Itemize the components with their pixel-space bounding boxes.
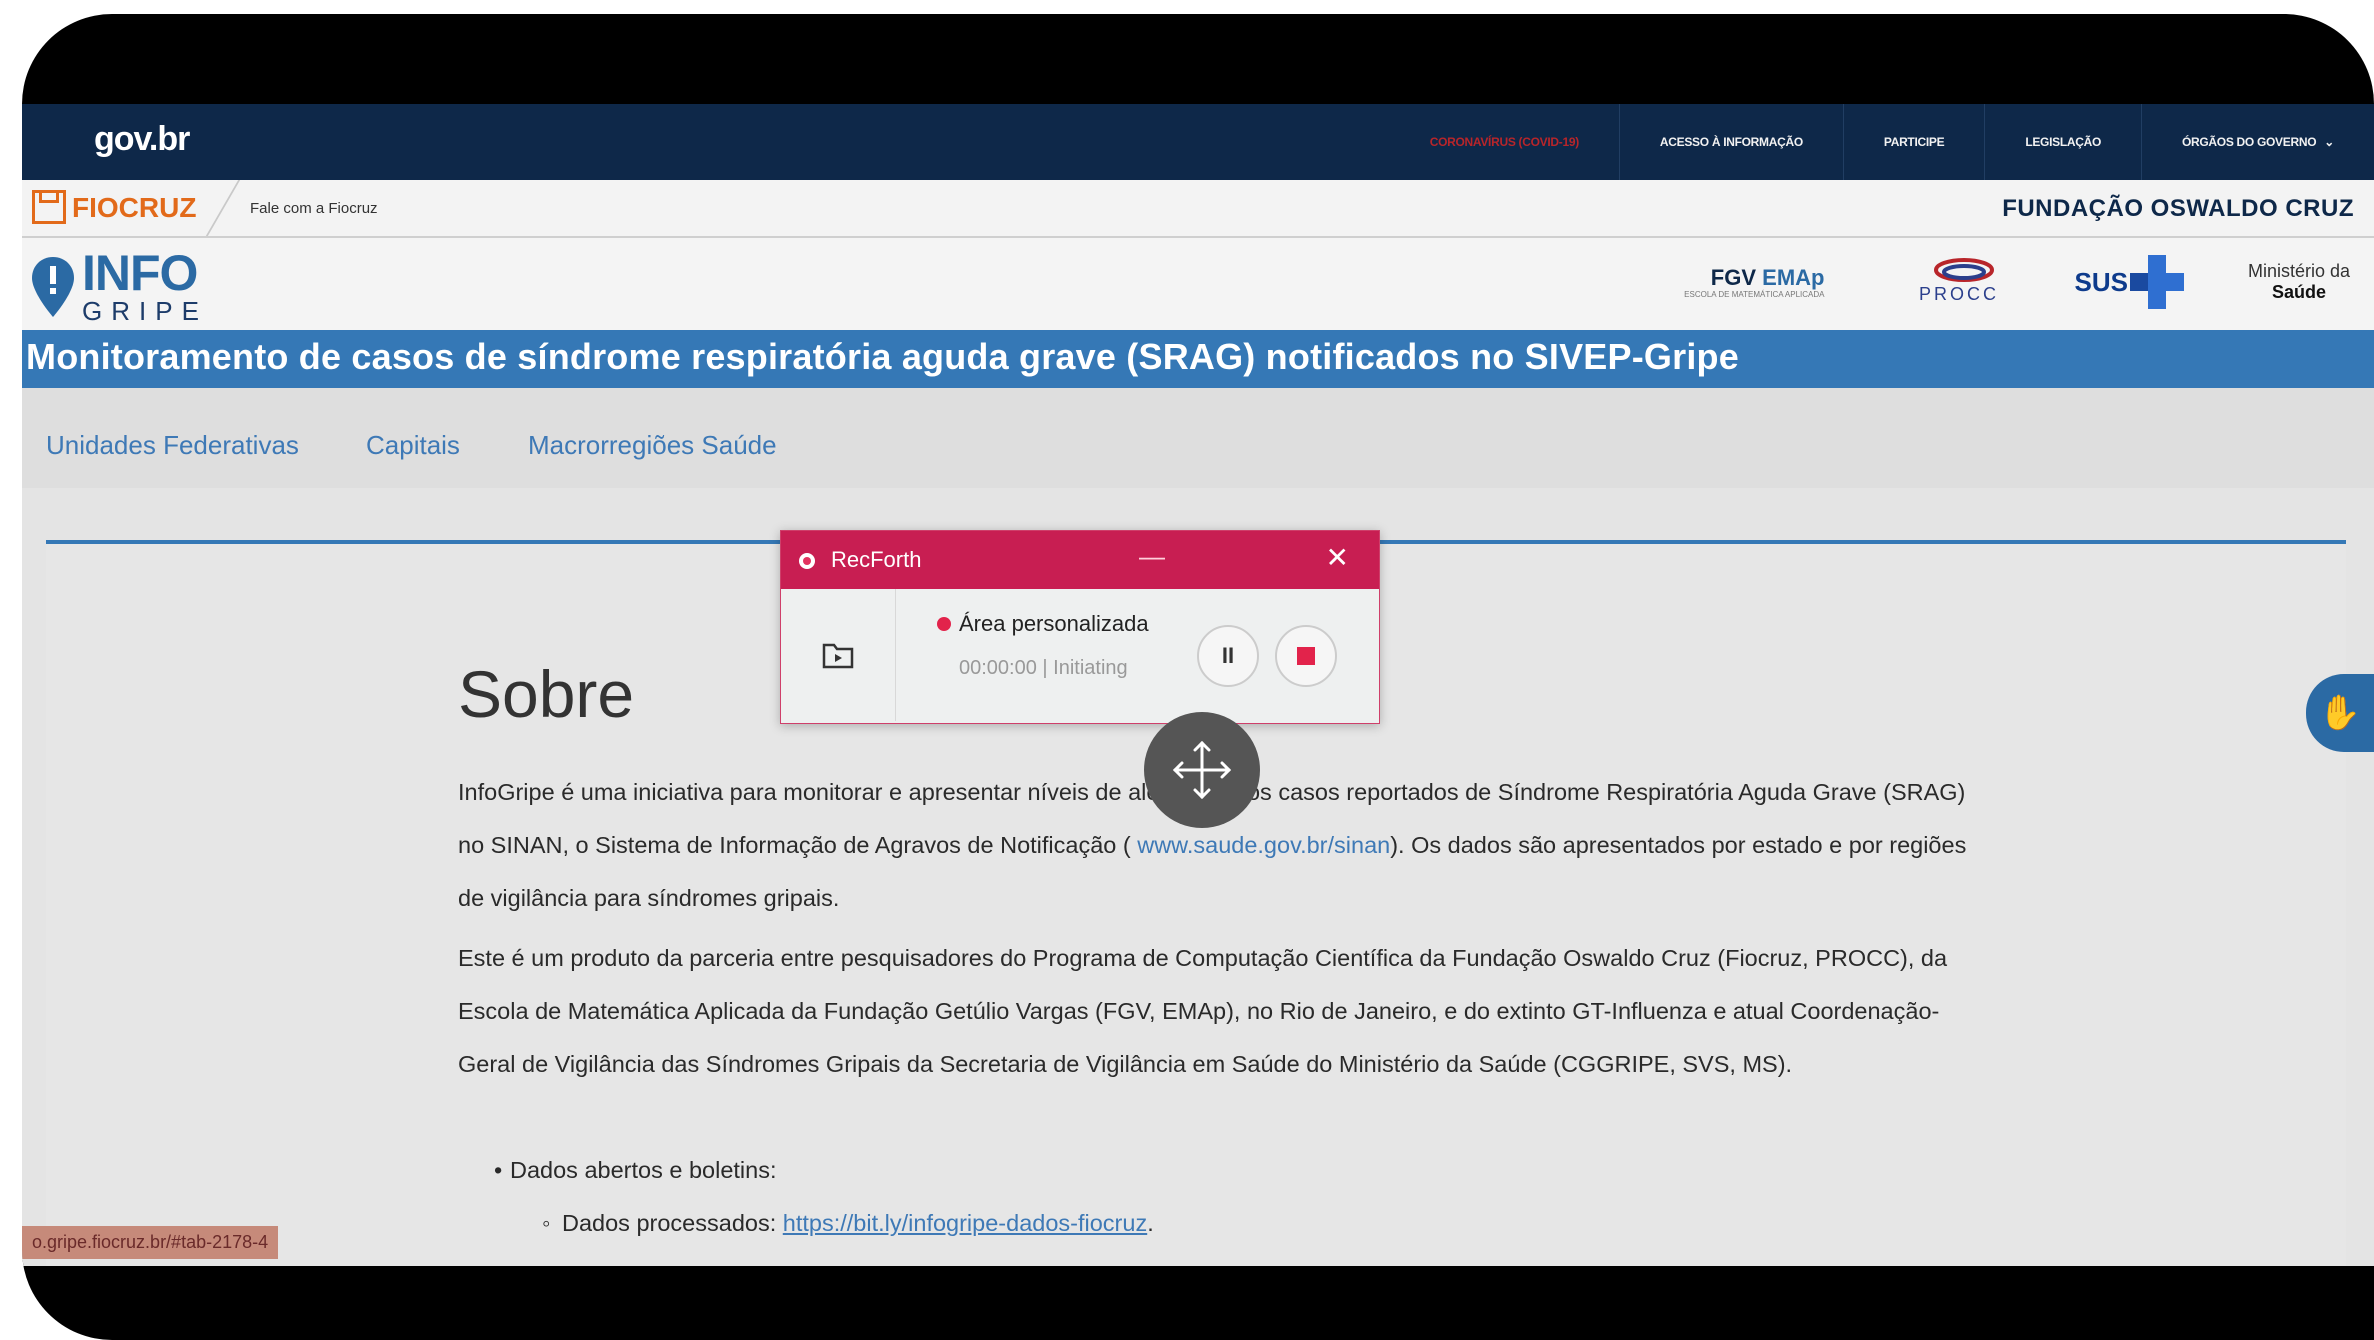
recforth-body: Área personalizada 00:00:00 | Initiating… bbox=[781, 589, 1379, 721]
gov-bar: gov.br CORONAVÍRUS (COVID-19) ACESSO À I… bbox=[22, 104, 2374, 180]
gov-link-participe[interactable]: PARTICIPE bbox=[1842, 104, 1984, 180]
sinan-link[interactable]: www.saude.gov.br/sinan bbox=[1137, 832, 1390, 858]
recforth-window[interactable]: RecForth — ✕ Área personalizada 00:00:00… bbox=[780, 530, 1380, 724]
links-list: Dados abertos e boletins: Dados processa… bbox=[458, 1144, 1154, 1250]
procc-logo[interactable]: PROCC bbox=[1894, 252, 2024, 312]
gov-link-orgaos[interactable]: ÓRGÃOS DO GOVERNO ⌄ bbox=[2140, 104, 2374, 180]
paragraph-partnership: Este é um produto da parceria entre pesq… bbox=[458, 945, 1948, 1077]
list-item-end: . bbox=[1147, 1210, 1154, 1236]
section-heading: Sobre bbox=[458, 657, 635, 731]
logo-info: INFO bbox=[82, 245, 198, 301]
status-url: o.gripe.fiocruz.br/#tab-2178-4 bbox=[22, 1226, 279, 1259]
video-frame: gov.br CORONAVÍRUS (COVID-19) ACESSO À I… bbox=[22, 14, 2374, 1340]
emap-label: EMAp bbox=[1762, 264, 1825, 290]
emap-sub: ESCOLA DE MATEMÁTICA APLICADA bbox=[1684, 289, 1825, 299]
fiocruz-contact-link[interactable]: Fale com a Fiocruz bbox=[250, 200, 378, 217]
title-bar: Monitoramento de casos de síndrome respi… bbox=[22, 330, 2374, 388]
fgv-label: FGV bbox=[1710, 264, 1757, 290]
chevron-down-icon: ⌄ bbox=[2324, 135, 2334, 149]
ministerio-line2: Saúde bbox=[2271, 282, 2326, 302]
recording-mode: Área personalizada bbox=[937, 611, 1149, 637]
gov-link-coronavirus[interactable]: CORONAVÍRUS (COVID-19) bbox=[1390, 104, 1619, 180]
page-title: Monitoramento de casos de síndrome respi… bbox=[26, 336, 1739, 377]
recording-status: 00:00:00 | Initiating bbox=[959, 657, 1128, 679]
map-pin-alert-icon bbox=[32, 257, 74, 317]
move-handle-button[interactable] bbox=[1144, 712, 1260, 828]
list-item: Dados processados: https://bit.ly/infogr… bbox=[458, 1197, 1154, 1250]
tab-unidades-federativas[interactable]: Unidades Federativas bbox=[46, 430, 299, 461]
partner-logos: FGV EMAp ESCOLA DE MATEMÁTICA APLICADA P… bbox=[1684, 252, 2350, 312]
fundacao-name: FUNDAÇÃO OSWALDO CRUZ bbox=[2002, 195, 2354, 222]
tab-macrorregioes[interactable]: Macrorregiões Saúde bbox=[528, 430, 777, 461]
hand-icon: ✋ bbox=[2318, 694, 2362, 732]
procc-label: PROCC bbox=[1919, 284, 1999, 304]
minimize-button[interactable]: — bbox=[1139, 541, 1165, 572]
list-item: Dados abertos e boletins: bbox=[458, 1144, 1154, 1197]
fiocruz-castle-icon bbox=[32, 190, 66, 224]
gov-logo[interactable]: gov.br bbox=[94, 120, 190, 159]
sus-cross-icon bbox=[2129, 255, 2184, 309]
pause-button[interactable]: II bbox=[1197, 625, 1259, 687]
pause-icon: II bbox=[1221, 643, 1235, 668]
recording-time: 00:00:00 bbox=[959, 657, 1037, 679]
close-button[interactable]: ✕ bbox=[1326, 541, 1349, 574]
recforth-titlebar[interactable]: RecForth — ✕ bbox=[781, 531, 1379, 589]
recording-state: Initiating bbox=[1053, 657, 1128, 679]
recforth-logo-icon bbox=[799, 553, 815, 569]
gov-links: CORONAVÍRUS (COVID-19) ACESSO À INFORMAÇ… bbox=[1390, 104, 2374, 180]
stop-button[interactable] bbox=[1275, 625, 1337, 687]
tab-bar: Unidades Federativas Capitais Macrorregi… bbox=[22, 388, 2374, 488]
folder-play-icon bbox=[822, 643, 854, 669]
infogripe-logo[interactable]: INFO GRIPE bbox=[32, 248, 208, 324]
gov-link-acesso[interactable]: ACESSO À INFORMAÇÃO bbox=[1618, 104, 1843, 180]
sus-logo[interactable]: SUS bbox=[2074, 255, 2184, 309]
recforth-title: RecForth bbox=[831, 547, 922, 572]
dados-processados-link[interactable]: https://bit.ly/infogripe-dados-fiocruz bbox=[783, 1210, 1147, 1236]
tab-capitais[interactable]: Capitais bbox=[366, 430, 460, 461]
ministerio-line1: Ministério da bbox=[2247, 261, 2350, 282]
fiocruz-bar: FIOCRUZ Fale com a Fiocruz FUNDAÇÃO OSWA… bbox=[22, 180, 2374, 238]
sign-language-accessibility-button[interactable]: ✋ bbox=[2306, 674, 2374, 752]
gov-link-legislacao[interactable]: LEGISLAÇÃO bbox=[1984, 104, 2141, 180]
list-item-label: Dados processados: bbox=[562, 1210, 783, 1236]
fiocruz-logo[interactable]: FIOCRUZ bbox=[32, 190, 196, 224]
stop-icon bbox=[1297, 647, 1315, 665]
recording-mode-label: Área personalizada bbox=[959, 611, 1149, 636]
browser-viewport: gov.br CORONAVÍRUS (COVID-19) ACESSO À I… bbox=[22, 104, 2374, 1266]
folder-button[interactable] bbox=[781, 589, 896, 721]
gov-link-orgaos-label: ÓRGÃOS DO GOVERNO bbox=[2181, 135, 2317, 149]
sus-label: SUS bbox=[2074, 266, 2128, 297]
infogripe-header: INFO GRIPE FGV EMAp ESCOLA DE MATEMÁTICA… bbox=[22, 238, 2374, 330]
fgv-emap-logo[interactable]: FGV EMAp ESCOLA DE MATEMÁTICA APLICADA bbox=[1684, 265, 1824, 300]
logo-gripe: GRIPE bbox=[82, 296, 208, 326]
record-dot-icon bbox=[937, 617, 951, 631]
ministerio-logo[interactable]: Ministério da Saúde bbox=[2248, 261, 2350, 302]
move-arrows-icon bbox=[1172, 740, 1232, 800]
